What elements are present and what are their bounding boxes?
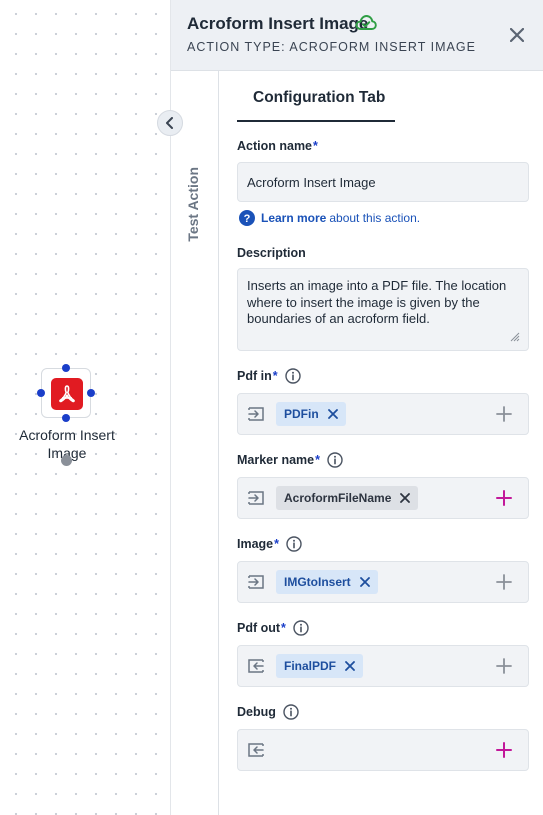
- tab-test-action[interactable]: Test Action: [185, 167, 205, 242]
- add-variable-icon[interactable]: [496, 406, 512, 422]
- remove-chip-icon[interactable]: [359, 577, 370, 587]
- svg-text:?: ?: [244, 213, 251, 225]
- remove-chip-icon[interactable]: [327, 409, 338, 419]
- variable-chip[interactable]: IMGtoInsert: [276, 570, 378, 594]
- tab-configuration[interactable]: Configuration Tab: [237, 88, 395, 122]
- output-variable-icon: [248, 743, 264, 757]
- collapse-panel-button[interactable]: [157, 110, 183, 136]
- required-marker: *: [281, 621, 286, 635]
- panel-header: Acroform Insert Image ACTION TYPE: ACROF…: [171, 0, 543, 71]
- panel-title: Acroform Insert Image: [187, 14, 369, 33]
- connection-handle-top[interactable]: [62, 364, 70, 372]
- add-variable-icon[interactable]: [496, 742, 512, 758]
- chevron-left-icon: [166, 117, 173, 129]
- info-icon[interactable]: [284, 368, 301, 384]
- info-icon[interactable]: [283, 704, 299, 720]
- info-icon[interactable]: [286, 536, 302, 552]
- action-name-label: Action name *: [237, 139, 318, 153]
- action-node[interactable]: [37, 364, 95, 422]
- description-label: Description: [237, 246, 306, 260]
- add-variable-icon[interactable]: [496, 658, 512, 674]
- required-marker: *: [313, 139, 318, 153]
- cloud-check-icon: [355, 14, 377, 36]
- help-icon: ?: [239, 210, 255, 226]
- learn-more-text: about this action.: [329, 211, 421, 225]
- action-type-subtitle: ACTION TYPE: ACROFORM INSERT IMAGE: [187, 40, 476, 54]
- pdf-icon: [51, 378, 83, 410]
- close-icon: [510, 28, 524, 42]
- remove-chip-icon[interactable]: [400, 493, 411, 503]
- node-box[interactable]: [41, 368, 91, 418]
- required-marker: *: [274, 537, 280, 551]
- required-marker: *: [315, 453, 320, 467]
- tab-configuration-label: Configuration Tab: [253, 89, 386, 106]
- marker-name-label: Marker name *: [237, 452, 343, 468]
- variable-chip[interactable]: AcroformFileName: [276, 486, 419, 510]
- side-rail: Test Action: [171, 71, 219, 815]
- action-config-panel: Acroform Insert Image ACTION TYPE: ACROF…: [171, 0, 543, 815]
- pdf-in-label: Pdf in *: [237, 368, 301, 384]
- output-port[interactable]: [61, 455, 72, 466]
- marker-name-variable-field[interactable]: AcroformFileName: [237, 477, 529, 519]
- info-icon[interactable]: [327, 452, 343, 468]
- workflow-canvas[interactable]: Acroform Insert Image: [0, 0, 171, 815]
- help-row: ? Learn more about this action.: [239, 210, 420, 226]
- variable-chip[interactable]: PDFin: [276, 402, 346, 426]
- connection-handle-right[interactable]: [87, 389, 95, 397]
- debug-label: Debug: [237, 704, 299, 720]
- output-variable-icon: [248, 659, 264, 673]
- learn-more-link[interactable]: Learn more: [261, 211, 326, 225]
- pdf-out-variable-field[interactable]: FinalPDF: [237, 645, 529, 687]
- pdf-out-label: Pdf out *: [237, 620, 309, 636]
- debug-variable-field[interactable]: [237, 729, 529, 771]
- input-variable-icon: [248, 491, 264, 505]
- input-variable-icon: [248, 407, 264, 421]
- description-textarea[interactable]: Inserts an image into a PDF file. The lo…: [237, 268, 529, 351]
- variable-chip[interactable]: FinalPDF: [276, 654, 364, 678]
- image-label: Image *: [237, 536, 302, 552]
- add-variable-icon[interactable]: [496, 574, 512, 590]
- image-variable-field[interactable]: IMGtoInsert: [237, 561, 529, 603]
- connection-handle-bottom[interactable]: [62, 414, 70, 422]
- add-variable-icon[interactable]: [496, 490, 512, 506]
- required-marker: *: [272, 369, 278, 383]
- connection-handle-left[interactable]: [37, 389, 45, 397]
- close-button[interactable]: [507, 25, 527, 45]
- info-icon[interactable]: [293, 620, 309, 636]
- pdf-in-variable-field[interactable]: PDFin: [237, 393, 529, 435]
- input-variable-icon: [248, 575, 264, 589]
- action-name-input[interactable]: Acroform Insert Image: [237, 162, 529, 202]
- remove-chip-icon[interactable]: [345, 661, 355, 671]
- resize-handle-icon[interactable]: [510, 332, 520, 342]
